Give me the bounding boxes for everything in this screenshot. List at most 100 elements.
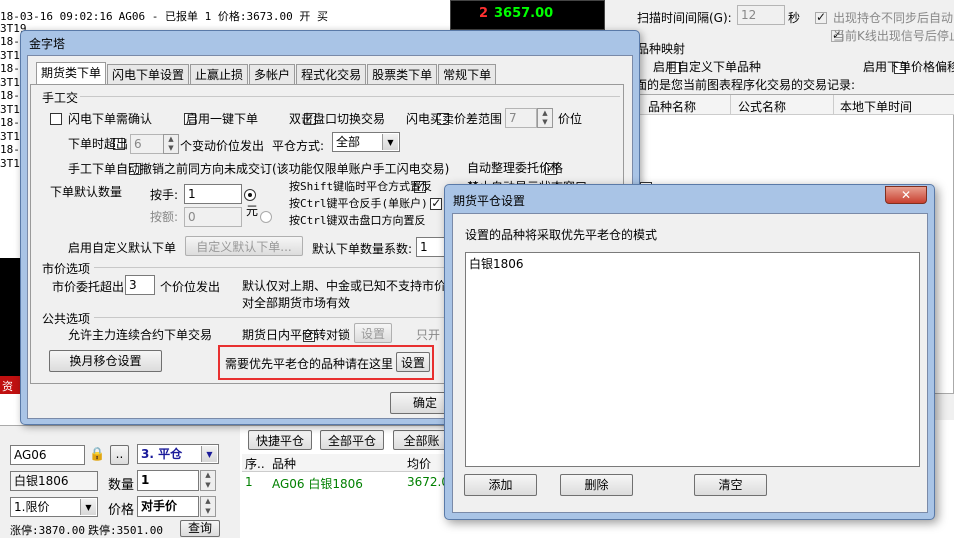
header-variety-name[interactable]: 品种名称: [648, 98, 696, 115]
allow-rollover-label: 允许主力连续合约下单交易: [68, 328, 213, 342]
qty-label: 数量: [108, 478, 135, 493]
lightning-confirm-checkbox[interactable]: [50, 112, 62, 125]
tab-4[interactable]: 程式化交易: [296, 64, 367, 84]
lock-setting-button[interactable]: 设置: [354, 323, 392, 343]
quote-index: 2: [479, 6, 489, 21]
rollover-setting-button[interactable]: 换月移仓设置: [49, 350, 162, 372]
range-input[interactable]: 7: [505, 108, 537, 128]
futures-close-dialog-body: 设置的品种将采取优先平老仓的模式 白银1806 添加 删除 清空: [452, 213, 928, 513]
tab-1[interactable]: 闪电下单设置: [107, 64, 190, 84]
market-section-title: 市价选项: [42, 262, 91, 276]
dblclick-switch-label: 双击盘口切换交易: [289, 112, 386, 126]
close-icon: ✕: [900, 188, 912, 202]
main-dialog-tabs: 期货类下单 闪电下单设置 止赢止损 多帐户 程式化交易 股票类下单 常规下单: [36, 62, 497, 84]
qty-stepper[interactable]: ▲ ▼: [200, 470, 216, 491]
record-table-header: 品种名称 公式名称 本地下单时间: [636, 95, 954, 115]
close-mode-select[interactable]: 全部 ▼: [332, 132, 400, 152]
public-section-title: 公共选项: [42, 312, 91, 326]
header-variety[interactable]: 品种: [272, 455, 296, 472]
exceed-input[interactable]: 6: [130, 134, 164, 154]
quick-close-button[interactable]: 快捷平仓: [248, 430, 312, 450]
auto-cancel-label: 手工下单自动撤销之前同方向未成交订(该功能仅限单账户手工闪电交易): [68, 162, 450, 176]
header-formula-name[interactable]: 公式名称: [738, 98, 786, 115]
market-exceed-label: 市价委托超出: [52, 280, 125, 294]
section-divider: [80, 96, 620, 97]
custom-variety-label: 启用自定义下单品种: [653, 60, 762, 74]
tab-0[interactable]: 期货类下单: [36, 62, 107, 84]
log-line: 18-03-16 09:02:16 AG06 - 已报单 1 价格:3673.00…: [0, 8, 450, 22]
close-mode-label: 平仓方式:: [272, 139, 325, 153]
by-lots-label: 按手:: [150, 188, 179, 202]
col-divider: [730, 95, 731, 115]
symbol-input[interactable]: AG06: [10, 445, 85, 465]
add-button[interactable]: 添加: [464, 474, 537, 496]
header-seq[interactable]: 序..: [245, 455, 265, 472]
range-stepper[interactable]: ▲ ▼: [537, 108, 553, 128]
list-item[interactable]: 白银1806: [469, 255, 524, 272]
limit-up-text: 涨停:3870.00: [10, 524, 85, 537]
order-exceed-label: 下单时超出: [68, 137, 129, 151]
lightning-range-label: 闪电买卖价差范围: [406, 112, 503, 126]
exceed-suffix: 个变动价位发出: [180, 139, 265, 153]
scan-interval-input[interactable]: 12: [737, 5, 785, 25]
lightning-confirm-label: 闪电下单需确认: [68, 112, 153, 126]
shift-reverse-label: 按Shift键临时平仓方式置反: [289, 180, 433, 193]
one-click-label: 启用一键下单: [186, 112, 259, 126]
close-all-button[interactable]: 全部平仓: [320, 430, 384, 450]
chevron-down-icon: ▼: [80, 499, 96, 515]
price-stepper[interactable]: ▲ ▼: [200, 496, 216, 517]
custom-default-qty-label: 启用自定义默认下单: [68, 241, 177, 255]
log-line-prefix: 18-03-16 09:02:16: [0, 10, 113, 22]
limit-down-text: 跌停:3501.00: [88, 524, 163, 537]
query-button[interactable]: 查询: [180, 520, 220, 537]
header-avg[interactable]: 均价: [407, 455, 431, 472]
more-button[interactable]: ..: [110, 445, 129, 465]
qty-coefficient-label: 默认下单数量系数:: [312, 242, 413, 256]
price-label: 价格: [108, 503, 135, 518]
amount-input[interactable]: 0: [184, 207, 242, 227]
dialog-description: 设置的品种将采取优先平老仓的模式: [465, 228, 658, 242]
tab-5[interactable]: 股票类下单: [367, 64, 438, 84]
manual-section-title: 手工交: [42, 91, 79, 105]
order-type-select[interactable]: 1.限价 ▼: [10, 497, 98, 517]
variety-list[interactable]: 白银1806: [465, 252, 920, 467]
default-qty-label: 下单默认数量: [50, 185, 123, 199]
close-dialog-button[interactable]: ✕: [885, 186, 927, 204]
delete-button[interactable]: 删除: [560, 474, 633, 496]
action-select[interactable]: 3. 平仓 ▼: [137, 444, 219, 464]
lock-icon[interactable]: 🔒: [89, 447, 105, 462]
by-lots-radio[interactable]: [243, 188, 256, 201]
log-line-text: AG06 - 已报单 1 价格:3673.00 开 买: [118, 10, 329, 22]
ctrl-reverse-label: 按Ctrl键平仓反手(单账户): [289, 197, 428, 210]
clear-button[interactable]: 清空: [694, 474, 767, 496]
sync-warning-checkbox[interactable]: [815, 10, 827, 24]
table-row[interactable]: 1 AG06 白银1806 3672.0: [242, 474, 450, 492]
tab-3[interactable]: 多帐户: [249, 64, 296, 84]
lots-input[interactable]: 1: [184, 184, 242, 204]
price-input[interactable]: 对手价: [137, 496, 199, 517]
section-divider: [94, 267, 444, 268]
scan-interval-label: 扫描时间间隔(G):: [637, 11, 732, 25]
positions-header: 序.. 品种 均价: [242, 454, 450, 472]
priority-close-setting-button[interactable]: 设置: [396, 352, 430, 372]
custom-default-order-button[interactable]: 自定义默认下单...: [185, 236, 303, 256]
positions-panel: 快捷平仓 全部平仓 全部账 序.. 品种 均价 1 AG06 白银1806 36…: [240, 425, 450, 538]
ctrl-dbl-label: 按Ctrl键双击盘口方向置反: [289, 214, 426, 227]
tab-2[interactable]: 止赢止损: [190, 64, 249, 84]
quote-panel: 2 3657.00: [450, 0, 605, 30]
ctrl-reverse-checkbox[interactable]: [430, 196, 443, 210]
qty-input[interactable]: 1: [137, 470, 199, 491]
mapping-title: 品种映射: [637, 42, 686, 56]
market-exceed-input[interactable]: 3: [125, 275, 155, 295]
tab-6[interactable]: 常规下单: [438, 64, 497, 84]
header-local-time[interactable]: 本地下单时间: [840, 98, 912, 115]
qty-coefficient-input[interactable]: 1: [416, 237, 446, 257]
record-description: 面的是您当前图表程序化交易的交易记录:: [635, 78, 856, 92]
by-amount-radio[interactable]: [259, 210, 272, 223]
custom-price-label: 启用下单价格偏移: [863, 60, 954, 74]
row-seq: 1: [245, 475, 253, 489]
chevron-down-icon: ▼: [382, 134, 398, 150]
cancel-all-button[interactable]: 全部账: [393, 430, 450, 450]
futures-close-dialog: 期货平仓设置 ✕ 设置的品种将采取优先平老仓的模式 白银1806 添加 删除 清…: [444, 184, 935, 520]
exceed-stepper[interactable]: ▲ ▼: [163, 134, 179, 154]
